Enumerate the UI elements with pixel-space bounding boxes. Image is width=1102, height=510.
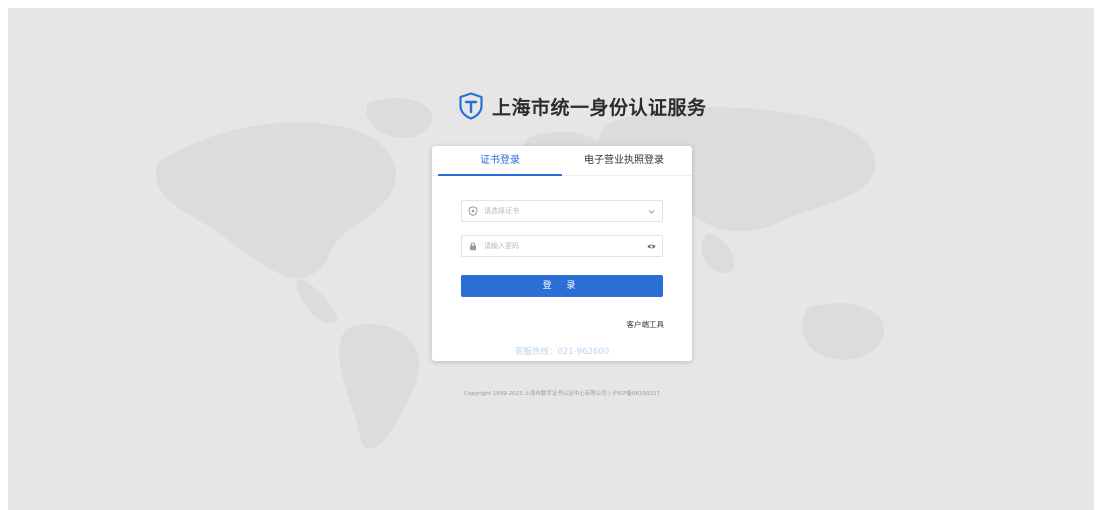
customer-service-hotline: 客服热线：021-962600 (432, 345, 692, 357)
chevron-down-icon (648, 209, 655, 214)
password-placeholder: 请输入密码 (484, 242, 519, 250)
certificate-select-placeholder: 请选择证书 (484, 207, 519, 215)
password-field[interactable]: 请输入密码 (461, 235, 663, 257)
client-tool-link[interactable]: 客户端工具 (627, 319, 665, 330)
hotline-label: 客服热线： (514, 347, 558, 357)
shield-icon (468, 206, 478, 216)
login-tabs: 证书登录 电子营业执照登录 (432, 146, 692, 176)
shield-t-logo-icon (459, 92, 483, 120)
login-card: 证书登录 电子营业执照登录 请选择证书 请输入密码 登 录 客户端工具 客服热线… (432, 146, 692, 361)
eye-icon[interactable] (647, 242, 656, 251)
certificate-select[interactable]: 请选择证书 (461, 200, 663, 222)
lock-icon (470, 242, 476, 251)
copyright-text: Copyright 1999-2023 上海市数字证书认证中心有限公司 | 沪I… (464, 391, 660, 397)
login-button[interactable]: 登 录 (461, 275, 663, 297)
hotline-number: 021-962600 (557, 347, 610, 357)
tab-certificate-login[interactable]: 证书登录 (438, 146, 562, 176)
page-background: 上海市统一身份认证服务 证书登录 电子营业执照登录 请选择证书 请输入密码 登 … (8, 8, 1094, 510)
brand-header: 上海市统一身份认证服务 (458, 92, 707, 120)
page-title: 上海市统一身份认证服务 (492, 96, 707, 119)
tab-business-license-login[interactable]: 电子营业执照登录 (562, 146, 686, 176)
